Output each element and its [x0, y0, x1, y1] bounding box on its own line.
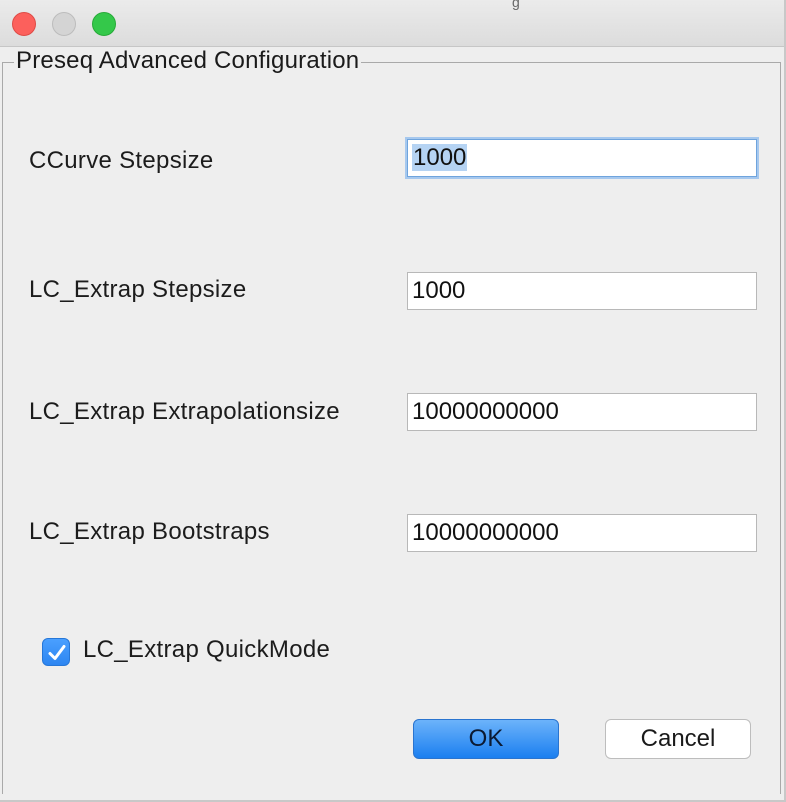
quickmode-label[interactable]: LC_Extrap QuickMode: [83, 636, 330, 664]
maximize-window-button[interactable]: [92, 12, 116, 36]
lc-extrap-extrapolationsize-label: LC_Extrap Extrapolationsize: [29, 398, 340, 425]
ok-button[interactable]: OK: [413, 719, 559, 759]
quickmode-checkbox[interactable]: [42, 638, 70, 666]
window-title-fragment: g: [512, 0, 520, 10]
preseq-config-dialog: g Preseq Advanced Configuration CCurve S…: [0, 0, 786, 802]
lc-extrap-stepsize-label: LC_Extrap Stepsize: [29, 276, 247, 303]
minimize-window-button[interactable]: [52, 12, 76, 36]
config-group-title: Preseq Advanced Configuration: [14, 47, 362, 75]
cancel-button[interactable]: Cancel: [605, 719, 751, 759]
lc-extrap-extrapolationsize-input[interactable]: 10000000000: [407, 393, 757, 431]
lc-extrap-bootstraps-input[interactable]: 10000000000: [407, 514, 757, 552]
title-bar[interactable]: g: [0, 0, 784, 47]
ccurve-stepsize-value: 1000: [412, 144, 468, 171]
checkmark-icon: [48, 645, 66, 660]
close-window-button[interactable]: [12, 12, 36, 36]
ccurve-stepsize-input[interactable]: 1000: [407, 139, 757, 177]
lc-extrap-bootstraps-label: LC_Extrap Bootstraps: [29, 518, 270, 545]
lc-extrap-stepsize-input[interactable]: 1000: [407, 272, 757, 310]
ccurve-stepsize-label: CCurve Stepsize: [29, 147, 214, 174]
